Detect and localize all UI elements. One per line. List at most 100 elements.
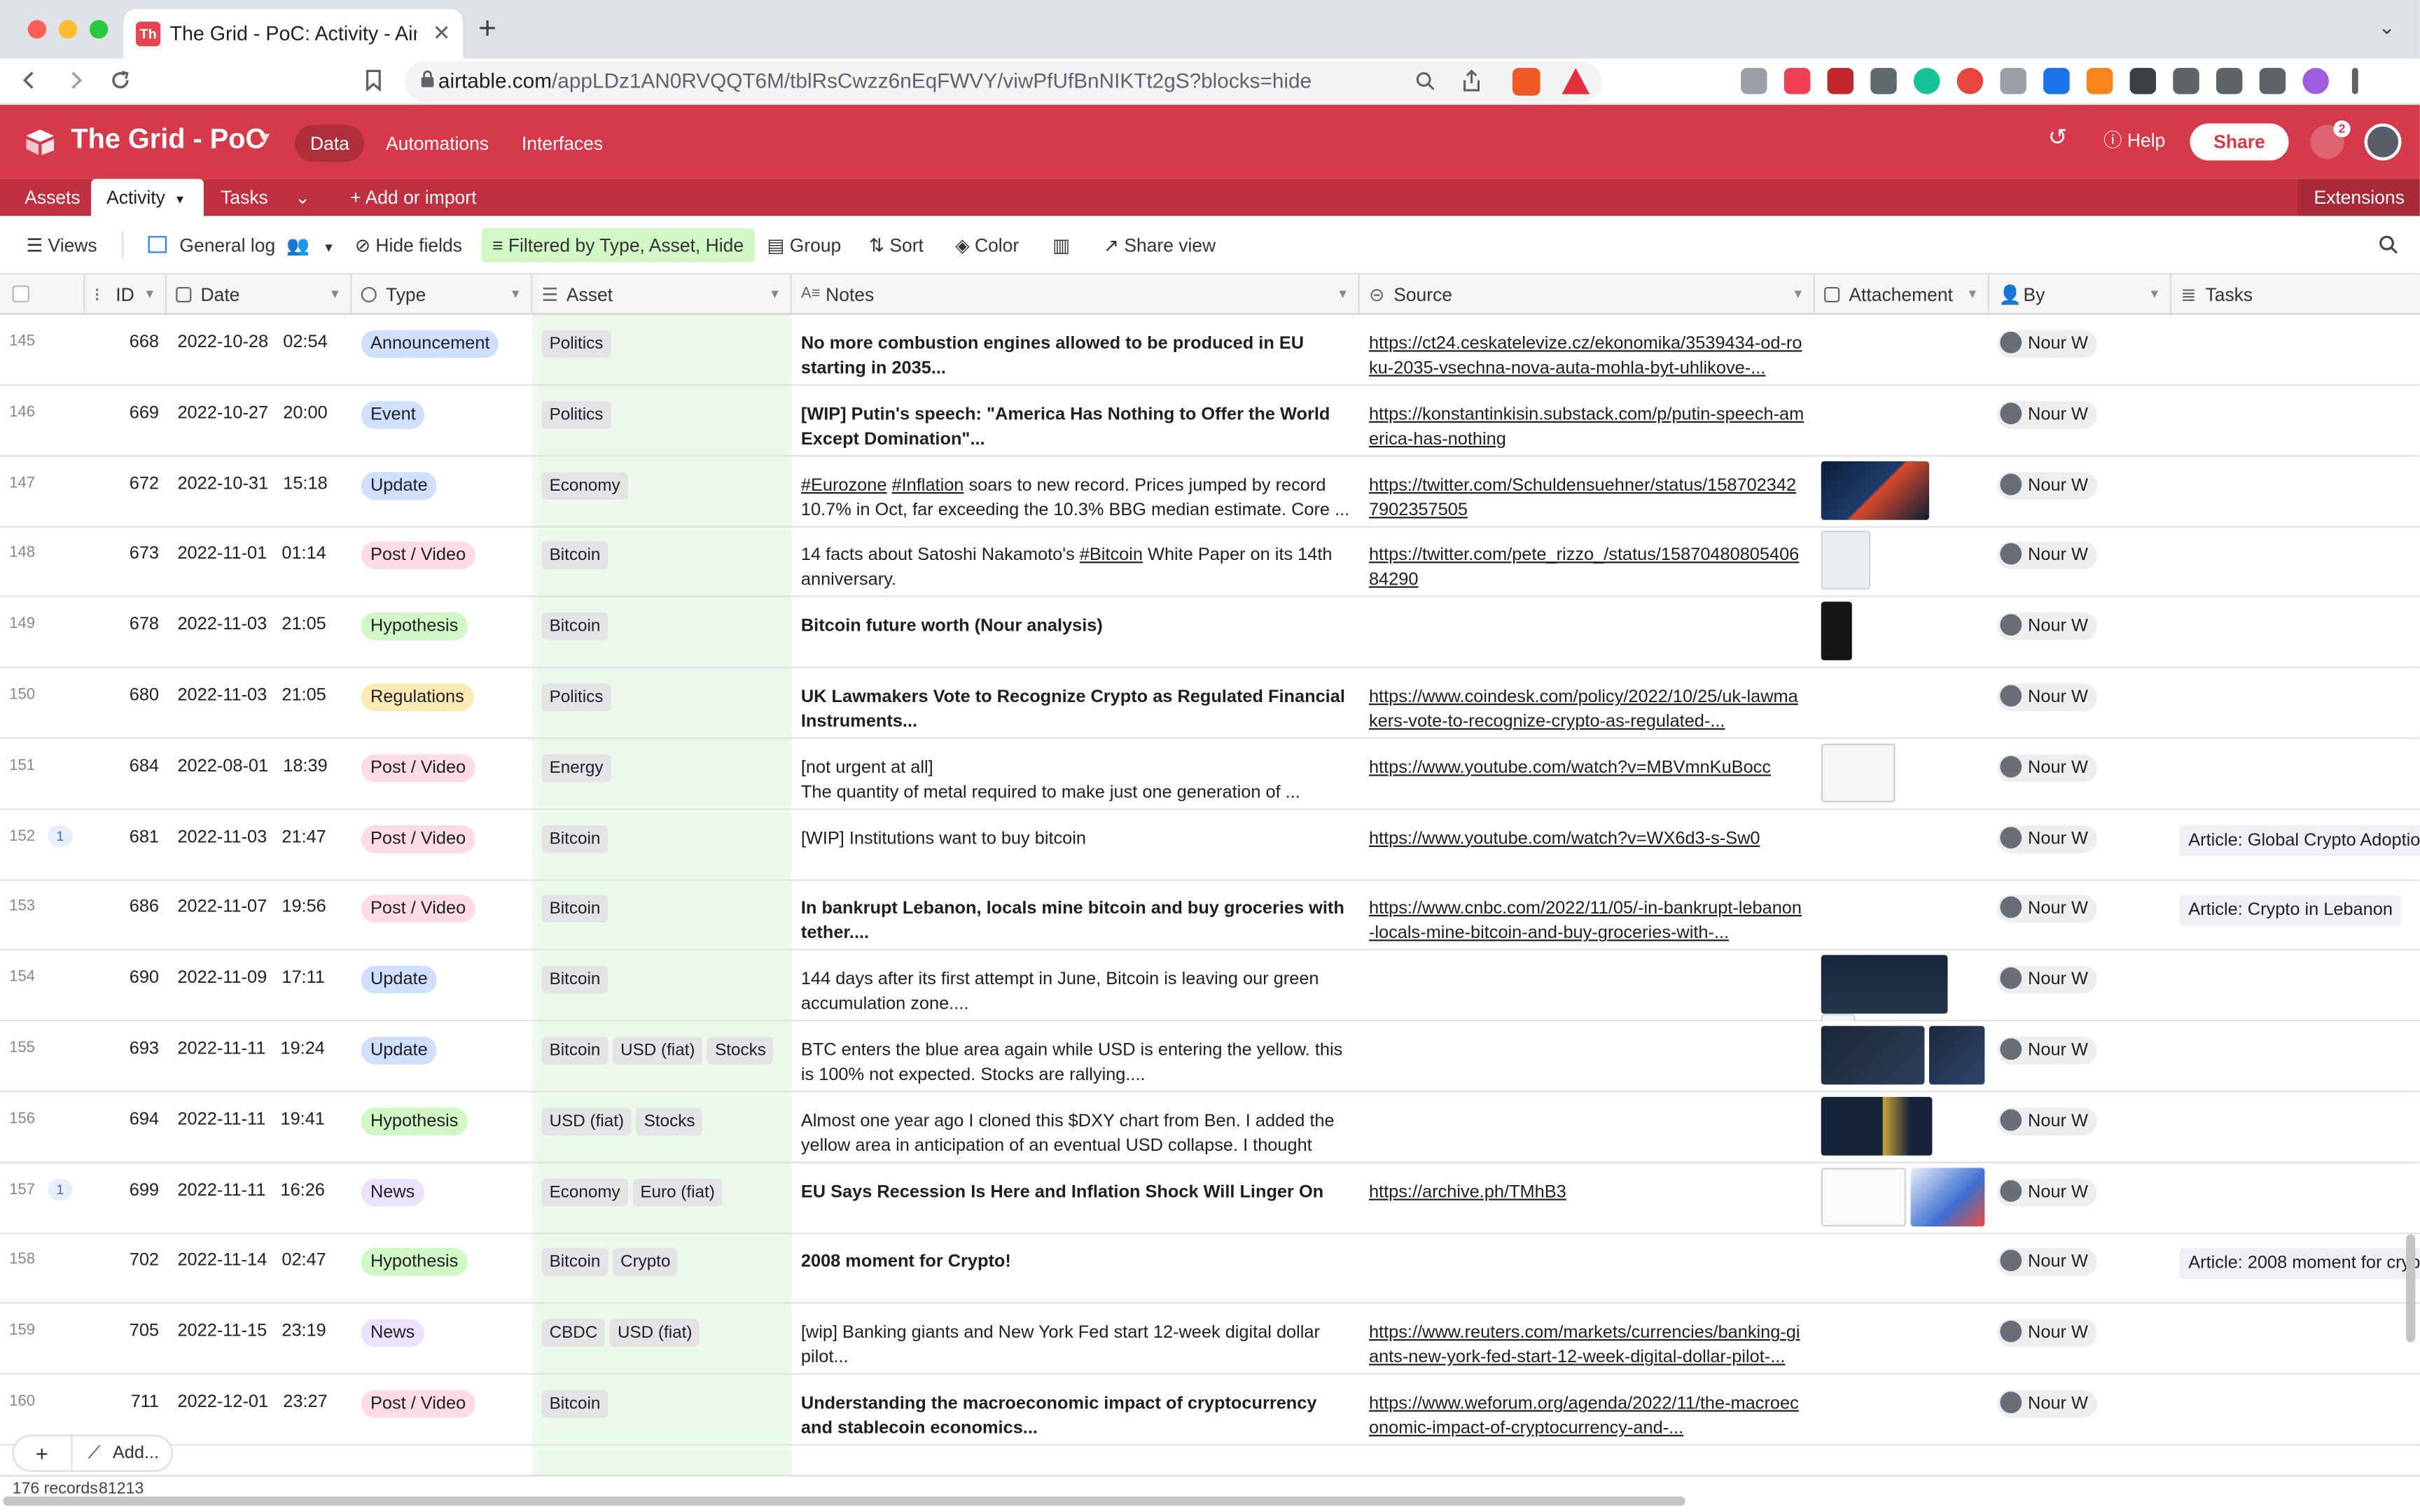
table-row[interactable]: 154 690 2022-11-09 17:11 Update Bitcoin 144 d…: [0, 951, 2420, 1022]
column-chevron-icon[interactable]: ▼: [2148, 274, 2160, 314]
base-menu-chevron-icon[interactable]: ▼: [256, 130, 273, 148]
menu-icon[interactable]: [2351, 67, 2358, 94]
cell-id[interactable]: 680: [85, 668, 165, 738]
table-row[interactable]: 151 684 2022-08-01 18:39 Post / Video Energy…: [0, 738, 2420, 810]
cell-date[interactable]: 2022-10-31 15:18: [167, 456, 352, 526]
cell-source[interactable]: https://twitter.com/pete_rizzo_/status/1…: [1360, 526, 1815, 597]
table-tab-assets[interactable]: Assets: [25, 179, 80, 216]
table-row[interactable]: 156 694 2022-11-11 19:41 Hypothesis USD (fia…: [0, 1092, 2420, 1163]
extensions-button[interactable]: Extensions: [2298, 178, 2420, 216]
cell-notes[interactable]: 144 days after its first attempt in June…: [792, 951, 1360, 1021]
attachment-thumbnail[interactable]: [1821, 743, 1896, 802]
table-row[interactable]: 153 686 2022-11-07 19:56 Post / Video Bitcoi…: [0, 880, 2420, 951]
cell-by[interactable]: Nour W: [1989, 1304, 2171, 1375]
attachment-thumbnail[interactable]: [1929, 1026, 1985, 1085]
cell-id[interactable]: 672: [85, 456, 165, 526]
address-bar[interactable]: airtable.com/appLDz1AN0RVQQT6M/tblRsCwzz…: [404, 62, 1602, 102]
cell-notes[interactable]: [WIP] Institutions want to buy bitcoin: [792, 809, 1360, 880]
cell-by[interactable]: Nour W: [1989, 315, 2171, 386]
cell-id[interactable]: 668: [85, 315, 165, 386]
cell-attachment[interactable]: [1815, 951, 1989, 1022]
cell-date[interactable]: 2022-08-01 18:39: [167, 738, 352, 809]
column-header-date[interactable]: Date ▼: [167, 274, 352, 315]
cell-type[interactable]: Post / Video: [352, 1375, 533, 1446]
cell-asset[interactable]: Energy: [532, 738, 791, 809]
source-link[interactable]: https://www.cnbc.com/2022/11/05/-in-bank…: [1369, 900, 1802, 944]
cell-notes[interactable]: In bankrupt Lebanon, locals mine bitcoin…: [792, 880, 1360, 951]
cell-source[interactable]: https://www.coindesk.com/policy/2022/10/…: [1360, 668, 1815, 738]
cell-asset[interactable]: Politics: [532, 668, 791, 738]
cell-source[interactable]: https://www.youtube.com/watch?v=MBVmnKuB…: [1360, 738, 1815, 809]
table-row[interactable]: 145 668 2022-10-28 02:54 Announcement Politi…: [0, 315, 2420, 386]
cell-tasks[interactable]: [2171, 1375, 2420, 1446]
cell-asset[interactable]: Economy Euro (fiat): [532, 1163, 791, 1233]
arc-extension-icon[interactable]: [1870, 67, 1897, 94]
cell-date[interactable]: 2022-11-03 21:47: [167, 809, 352, 880]
wallet-icon[interactable]: [2259, 67, 2286, 94]
cell-attachment[interactable]: [1815, 526, 1989, 597]
column-chevron-icon[interactable]: ▼: [1337, 274, 1349, 314]
cell-tasks[interactable]: Article: 2008 moment for crypto: [2171, 1233, 2420, 1304]
cell-id[interactable]: 681: [85, 809, 165, 880]
cell-source[interactable]: https://ct24.ceskatelevize.cz/ekonomika/…: [1360, 315, 1815, 386]
cell-id[interactable]: 694: [85, 1092, 165, 1163]
brave-rewards-icon[interactable]: [1562, 67, 1590, 94]
table-tab-activity[interactable]: Activity ▾: [91, 178, 204, 216]
metamask-extension-icon[interactable]: [2086, 67, 2113, 94]
tab-list-icon[interactable]: ⌄: [2379, 15, 2395, 40]
lastpass-extension-icon[interactable]: [1827, 67, 1854, 94]
attachment-thumbnail[interactable]: [1821, 531, 1871, 590]
add-with-ai-icon[interactable]: ⟋: [88, 1444, 101, 1464]
table-row[interactable]: 146 669 2022-10-27 20:00 Event Politics [WIP]…: [0, 386, 2420, 456]
cell-by[interactable]: Nour W: [1989, 738, 2171, 809]
cell-date[interactable]: 2022-11-11 19:41: [167, 1092, 352, 1163]
cell-attachment[interactable]: [1815, 386, 1989, 456]
cell-date[interactable]: 2022-11-14 02:47: [167, 1233, 352, 1304]
cell-type[interactable]: Post / Video: [352, 880, 533, 951]
bookmark-icon[interactable]: [364, 69, 382, 92]
cell-tasks[interactable]: [2171, 526, 2420, 597]
cell-attachment[interactable]: [1815, 597, 1989, 668]
cell-tasks[interactable]: [2171, 738, 2420, 809]
cell-tasks[interactable]: [2171, 1163, 2420, 1233]
group-button[interactable]: ▤ Group: [767, 234, 841, 256]
table-row[interactable]: 147 672 2022-10-31 15:18 Update Economy #Euro…: [0, 456, 2420, 527]
share-page-icon[interactable]: [1461, 69, 1482, 92]
cell-asset[interactable]: Politics: [532, 315, 791, 386]
column-chevron-icon[interactable]: ▼: [1792, 274, 1804, 314]
cell-type[interactable]: Post / Video: [352, 809, 533, 880]
pocket-extension-icon[interactable]: [1783, 67, 1811, 94]
nav-data[interactable]: Data: [294, 125, 365, 162]
reading-list-icon[interactable]: [2173, 67, 2199, 94]
cell-id[interactable]: 690: [85, 951, 165, 1021]
zoom-icon[interactable]: [1415, 71, 1435, 91]
cell-notes[interactable]: Understanding the macroeconomic impact o…: [792, 1375, 1360, 1446]
cell-asset[interactable]: Bitcoin Crypto: [532, 1233, 791, 1304]
cell-notes[interactable]: 2008 moment for Crypto!: [792, 1233, 1360, 1304]
cell-source[interactable]: [1360, 597, 1815, 668]
cell-type[interactable]: Post / Video: [352, 526, 533, 597]
add-record-plus-icon[interactable]: +: [36, 1441, 48, 1466]
reload-icon[interactable]: [109, 69, 131, 91]
cell-asset[interactable]: Bitcoin: [532, 1375, 791, 1446]
profile-icon[interactable]: [2302, 67, 2329, 94]
column-header-asset[interactable]: ☰ Asset ▼: [532, 274, 792, 315]
cell-date[interactable]: 2022-11-01 01:14: [167, 526, 352, 597]
cell-date[interactable]: 2022-11-11 16:26: [167, 1163, 352, 1233]
cell-type[interactable]: Update: [352, 1021, 533, 1092]
add-or-import-button[interactable]: + Add or import: [350, 179, 476, 216]
cell-by[interactable]: Nour W: [1989, 809, 2171, 880]
attachment-thumbnail[interactable]: [1910, 1167, 1985, 1226]
camera-extension-icon[interactable]: [1741, 67, 1767, 94]
back-icon[interactable]: [18, 69, 40, 91]
cell-by[interactable]: Nour W: [1989, 386, 2171, 456]
vue-extension-icon[interactable]: [2000, 67, 2026, 94]
cell-source[interactable]: https://archive.ph/TMhB3: [1360, 1163, 1815, 1233]
table-row[interactable]: 158 702 2022-11-14 02:47 Hypothesis Bitcoin C…: [0, 1233, 2420, 1305]
cell-source[interactable]: [1360, 951, 1815, 1021]
cell-asset[interactable]: Bitcoin: [532, 951, 791, 1021]
cell-type[interactable]: Event: [352, 386, 533, 456]
table-row[interactable]: 152 1 681 2022-11-03 21:47 Post / Video Bitco…: [0, 809, 2420, 881]
cell-date[interactable]: 2022-12-01 23:27: [167, 1375, 352, 1446]
cell-by[interactable]: Nour W: [1989, 951, 2171, 1021]
